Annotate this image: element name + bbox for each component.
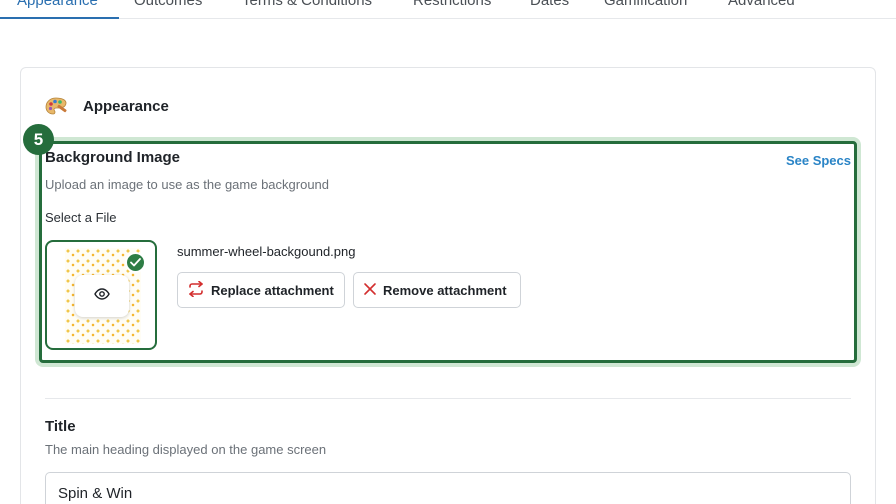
tab-dates[interactable]: Dates: [530, 0, 569, 9]
select-file-label: Select a File: [45, 210, 117, 225]
remove-attachment-button[interactable]: Remove attachment: [353, 272, 521, 308]
step-badge: 5: [23, 124, 54, 155]
background-image-description: Upload an image to use as the game backg…: [45, 177, 330, 192]
attachment-filename: summer-wheel-backgound.png: [177, 244, 356, 259]
tab-appearance[interactable]: Appearance: [17, 0, 98, 9]
close-icon: [363, 282, 383, 299]
tab-restrictions[interactable]: Restrictions: [413, 0, 491, 9]
section-title: Appearance: [83, 98, 169, 115]
replace-attachment-button[interactable]: Replace attachment: [177, 272, 345, 308]
section-header: [44, 96, 68, 118]
preview-button[interactable]: [75, 275, 129, 317]
tab-terms-conditions[interactable]: Terms & Conditions: [242, 0, 372, 9]
title-field-label: Title: [45, 418, 76, 435]
title-field-description: The main heading displayed on the game s…: [45, 442, 327, 457]
tab-advanced[interactable]: Advanced: [728, 0, 795, 9]
eye-icon: [94, 287, 110, 305]
background-image-highlight: [39, 141, 857, 363]
tab-gamification[interactable]: Gamification: [604, 0, 687, 9]
active-tab-indicator: [0, 17, 119, 19]
remove-attachment-label: Remove attachment: [383, 282, 507, 298]
tab-bar: Appearance Outcomes Terms & Conditions R…: [0, 0, 896, 19]
check-icon: [125, 252, 146, 273]
section-divider: [45, 398, 851, 399]
title-input[interactable]: [45, 472, 851, 504]
see-specs-link[interactable]: See Specs: [786, 153, 851, 168]
palette-icon: [44, 96, 68, 118]
tab-outcomes[interactable]: Outcomes: [134, 0, 202, 9]
replace-icon: [187, 280, 211, 300]
replace-attachment-label: Replace attachment: [211, 282, 334, 298]
background-image-title: Background Image: [45, 149, 181, 166]
